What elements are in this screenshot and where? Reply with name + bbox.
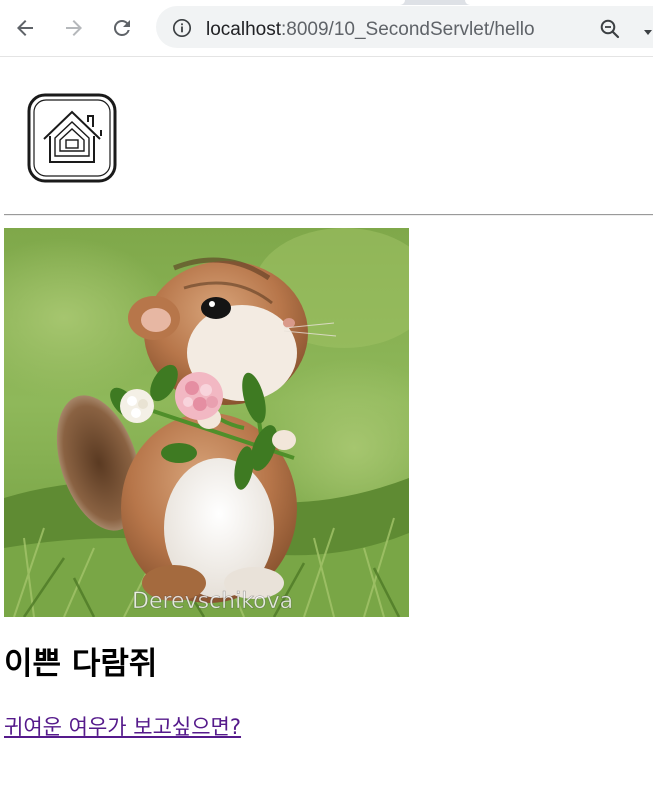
fox-page-link[interactable]: 귀여운 여우가 보고싶으면?: [4, 713, 241, 741]
chipmunk-photo: Derevschikova: [4, 228, 409, 617]
page-heading: 이쁜 다람쥐: [4, 646, 158, 682]
url-text[interactable]: localhost:8009/10_SecondServlet/hello: [206, 19, 535, 41]
dropdown-arrow-icon[interactable]: [643, 25, 653, 35]
forward-arrow-icon[interactable]: [60, 14, 88, 42]
home-icon[interactable]: [26, 92, 118, 184]
url-path: :8009/10_SecondServlet/hello: [281, 19, 535, 40]
horizontal-divider: [4, 214, 653, 216]
url-host: localhost: [206, 19, 281, 40]
toolbar-divider: [0, 56, 653, 57]
photo-watermark: Derevschikova: [132, 589, 293, 614]
reload-icon[interactable]: [108, 14, 136, 42]
info-icon[interactable]: [172, 18, 192, 38]
zoom-icon[interactable]: [598, 17, 622, 41]
back-arrow-icon[interactable]: [11, 14, 39, 42]
